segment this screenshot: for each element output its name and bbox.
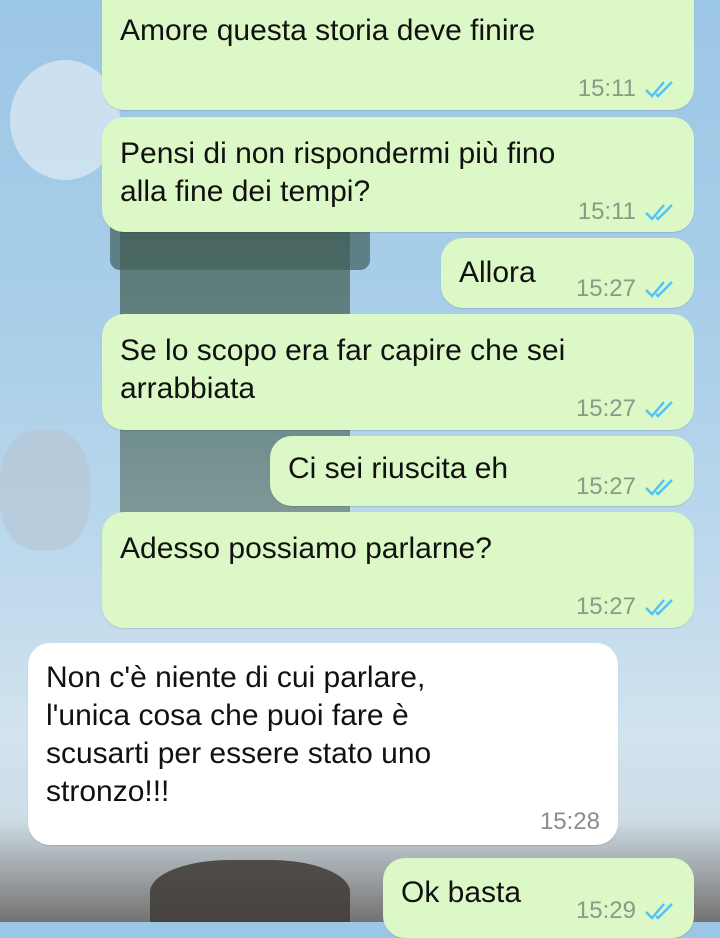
message-time: 15:28 bbox=[539, 808, 600, 835]
message-bubble-outgoing[interactable]: Amore questa storia deve finire 15:11 bbox=[102, 0, 694, 110]
message-text: Amore questa storia deve finire bbox=[120, 14, 536, 47]
message-bubble-outgoing[interactable]: Se lo scopo era far capire che sei arrab… bbox=[102, 314, 694, 430]
message-text: Ci sei riuscita eh bbox=[288, 452, 509, 485]
message-meta: 15:27 bbox=[576, 588, 676, 626]
message-bubble-outgoing[interactable]: Pensi di non rispondermi più fino alla f… bbox=[102, 117, 694, 232]
double-check-icon bbox=[645, 903, 673, 920]
double-check-icon bbox=[645, 281, 673, 298]
wallpaper-figure bbox=[150, 860, 350, 922]
message-time: 15:27 bbox=[575, 395, 636, 422]
message-meta: 15:11 bbox=[578, 193, 676, 231]
message-time: 15:29 bbox=[575, 897, 636, 924]
double-check-icon bbox=[645, 81, 673, 98]
message-bubble-incoming[interactable]: Non c'è niente di cui parlare, l'unica c… bbox=[28, 643, 618, 845]
message-bubble-outgoing[interactable]: Adesso possiamo parlarne? 15:27 bbox=[102, 512, 694, 628]
message-meta: 15:27 bbox=[576, 468, 676, 506]
message-bubble-outgoing[interactable]: Ok basta 15:29 bbox=[383, 858, 694, 938]
message-time: 15:11 bbox=[577, 198, 636, 225]
message-time: 15:11 bbox=[577, 75, 636, 102]
double-check-icon bbox=[645, 204, 673, 221]
message-text: Pensi di non rispondermi più fino alla f… bbox=[120, 137, 556, 208]
message-text: Allora bbox=[459, 256, 536, 289]
message-bubble-outgoing[interactable]: Ci sei riuscita eh 15:27 bbox=[270, 436, 694, 506]
wallpaper-cloud bbox=[0, 430, 90, 550]
message-text: Adesso possiamo parlarne? bbox=[120, 532, 492, 565]
message-meta: 15:11 bbox=[578, 70, 676, 108]
double-check-icon bbox=[645, 479, 673, 496]
message-time: 15:27 bbox=[575, 593, 636, 620]
message-meta: 15:28 bbox=[540, 803, 600, 841]
message-meta: 15:27 bbox=[576, 270, 676, 308]
message-meta: 15:29 bbox=[576, 892, 676, 930]
message-time: 15:27 bbox=[575, 275, 636, 302]
message-text: Ok basta bbox=[401, 876, 522, 909]
message-meta: 15:27 bbox=[576, 390, 676, 428]
message-time: 15:27 bbox=[575, 473, 636, 500]
message-text: Non c'è niente di cui parlare, l'unica c… bbox=[46, 661, 432, 808]
double-check-icon bbox=[645, 599, 673, 616]
message-text: Se lo scopo era far capire che sei arrab… bbox=[120, 334, 566, 405]
message-bubble-outgoing[interactable]: Allora 15:27 bbox=[441, 238, 694, 308]
double-check-icon bbox=[645, 401, 673, 418]
